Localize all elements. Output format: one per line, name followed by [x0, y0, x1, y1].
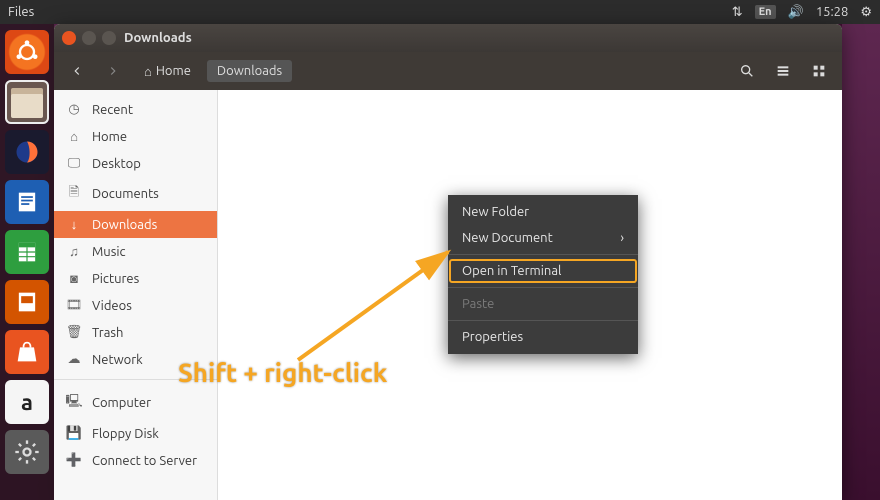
top-panel: Files ⇅ En 🔊 15:28 ⚙ [0, 0, 880, 24]
pictures-icon: ◙ [66, 271, 82, 286]
active-app-label: Files [8, 5, 34, 19]
breadcrumb-current[interactable]: Downloads [207, 60, 292, 82]
libreoffice-impress-launcher-icon[interactable] [5, 280, 49, 324]
nav-back-button[interactable] [62, 57, 92, 85]
videos-icon: 🎞 [66, 298, 82, 313]
sidebar-item-computer[interactable]: 🖳 Computer [54, 386, 217, 420]
ctx-open-in-terminal[interactable]: Open in Terminal [448, 258, 638, 284]
sidebar-item-network[interactable]: ☁ Network [54, 346, 217, 373]
sidebar-item-connect-to-server[interactable]: ➕ Connect to Server [54, 447, 217, 474]
dash-button[interactable] [5, 30, 49, 74]
libreoffice-calc-launcher-icon[interactable] [5, 230, 49, 274]
connect-icon: ➕ [66, 453, 82, 468]
sidebar-item-pictures[interactable]: ◙ Pictures [54, 265, 217, 292]
sidebar-item-label: Connect to Server [92, 454, 197, 468]
ctx-properties[interactable]: Properties [448, 324, 638, 350]
home-icon: ⌂ [144, 64, 152, 79]
sidebar-item-floppy-disk[interactable]: 💾 Floppy Disk [54, 420, 217, 447]
sidebar-item-label: Videos [92, 299, 132, 313]
files-launcher-icon[interactable] [5, 80, 49, 124]
window-title: Downloads [124, 31, 192, 45]
trash-icon: 🗑 [66, 325, 82, 340]
documents-icon: 🗎 [66, 183, 82, 205]
sidebar-item-label: Documents [92, 187, 159, 201]
sidebar-item-label: Trash [92, 326, 123, 340]
firefox-launcher-icon[interactable] [5, 130, 49, 174]
sidebar-item-trash[interactable]: 🗑 Trash [54, 319, 217, 346]
places-sidebar: ◷ Recent ⌂ Home 🖵 Desktop 🗎 Documents ↓ Downloads… [54, 90, 218, 500]
amazon-launcher-icon[interactable]: a [5, 380, 49, 424]
network-icon: ☁ [66, 352, 82, 367]
clock[interactable]: 15:28 [816, 5, 849, 19]
folder-content-area[interactable]: New Folder New Document› Open in Termina… [218, 90, 842, 500]
breadcrumb-home[interactable]: ⌂ Home [134, 60, 201, 83]
settings-launcher-icon[interactable] [5, 430, 49, 474]
sidebar-item-home[interactable]: ⌂ Home [54, 123, 217, 150]
sidebar-item-music[interactable]: ♫ Music [54, 238, 217, 265]
sidebar-item-label: Computer [92, 396, 151, 410]
ctx-new-folder[interactable]: New Folder [448, 199, 638, 225]
sidebar-item-documents[interactable]: 🗎 Documents [54, 177, 217, 211]
sidebar-item-label: Floppy Disk [92, 427, 159, 441]
search-button[interactable] [732, 57, 762, 85]
sidebar-item-label: Recent [92, 103, 133, 117]
window-maximize-button[interactable] [102, 31, 116, 45]
gear-icon[interactable]: ⚙ [860, 5, 872, 20]
sidebar-item-label: Music [92, 245, 126, 259]
downloads-icon: ↓ [66, 217, 82, 232]
window-titlebar[interactable]: Downloads [54, 24, 842, 52]
sidebar-item-videos[interactable]: 🎞 Videos [54, 292, 217, 319]
list-view-button[interactable] [768, 57, 798, 85]
software-center-launcher-icon[interactable] [5, 330, 49, 374]
nav-forward-button[interactable] [98, 57, 128, 85]
sidebar-item-label: Network [92, 353, 143, 367]
keyboard-layout-indicator[interactable]: En [755, 5, 776, 19]
window-minimize-button[interactable] [82, 31, 96, 45]
sidebar-item-desktop[interactable]: 🖵 Desktop [54, 150, 217, 177]
libreoffice-writer-launcher-icon[interactable] [5, 180, 49, 224]
floppy-icon: 💾 [66, 426, 82, 441]
sidebar-item-label: Pictures [92, 272, 139, 286]
sidebar-item-recent[interactable]: ◷ Recent [54, 96, 217, 123]
sidebar-item-label: Downloads [92, 218, 157, 232]
music-icon: ♫ [66, 244, 82, 259]
system-tray: ⇅ En 🔊 15:28 ⚙ [732, 5, 872, 20]
desktop-icon: 🖵 [66, 156, 82, 171]
home-icon: ⌂ [66, 129, 82, 144]
file-manager-window: Downloads ⌂ Home Downloads ◷ Recent ⌂ Home 🖵… [54, 24, 842, 500]
computer-icon: 🖳 [66, 392, 82, 414]
toolbar: ⌂ Home Downloads [54, 52, 842, 90]
sidebar-item-label: Home [92, 130, 127, 144]
sidebar-item-label: Desktop [92, 157, 141, 171]
network-indicator-icon[interactable]: ⇅ [732, 5, 743, 20]
chevron-right-icon: › [620, 231, 624, 245]
launcher-dock: a [0, 24, 54, 500]
volume-icon[interactable]: 🔊 [788, 5, 804, 20]
sidebar-item-downloads[interactable]: ↓ Downloads [54, 211, 217, 238]
grid-view-button[interactable] [804, 57, 834, 85]
clock-icon: ◷ [66, 102, 82, 117]
ctx-new-document[interactable]: New Document› [448, 225, 638, 251]
ctx-paste: Paste [448, 291, 638, 317]
context-menu: New Folder New Document› Open in Termina… [448, 195, 638, 354]
window-close-button[interactable] [62, 31, 76, 45]
